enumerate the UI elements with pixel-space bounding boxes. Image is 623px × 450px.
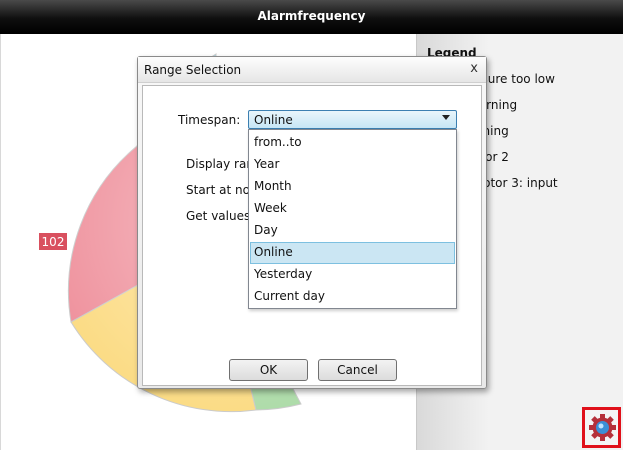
start-at-now-label: Start at no [186,183,250,197]
range-selection-dialog: Range Selection x Timespan: Display ran … [137,56,487,389]
dropdown-option-selected[interactable]: Online [250,242,455,264]
slice-value-label: 102 [42,235,65,249]
dropdown-option[interactable]: Month [250,176,455,198]
close-icon[interactable]: x [470,61,478,76]
dropdown-option[interactable]: Yesterday [250,264,455,286]
dialog-title: Range Selection [144,63,242,77]
dropdown-option[interactable]: from..to [250,132,455,154]
timespan-label: Timespan: [178,113,241,127]
gear-icon [589,414,616,441]
dropdown-option[interactable]: Year [250,154,455,176]
timespan-selected-value: Online [254,113,293,127]
dialog-body: Timespan: Display ran Start at no Get va… [142,85,482,386]
get-values-label: Get values [186,209,251,223]
window-title: Alarmfrequency [257,9,366,23]
chevron-down-icon[interactable] [442,115,450,120]
title-bar: Alarmfrequency [0,0,623,34]
cancel-button[interactable]: Cancel [318,359,397,381]
dropdown-option[interactable]: Current day [250,286,455,308]
settings-button[interactable] [582,407,621,448]
dropdown-option[interactable]: Week [250,198,455,220]
dialog-header: Range Selection x [138,57,486,83]
timespan-dropdown-list: from..to Year Month Week Day Online Yest… [248,129,457,309]
dropdown-option[interactable]: Day [250,220,455,242]
display-range-label: Display ran [186,157,254,171]
timespan-select[interactable]: Online [248,110,457,129]
ok-button[interactable]: OK [229,359,308,381]
